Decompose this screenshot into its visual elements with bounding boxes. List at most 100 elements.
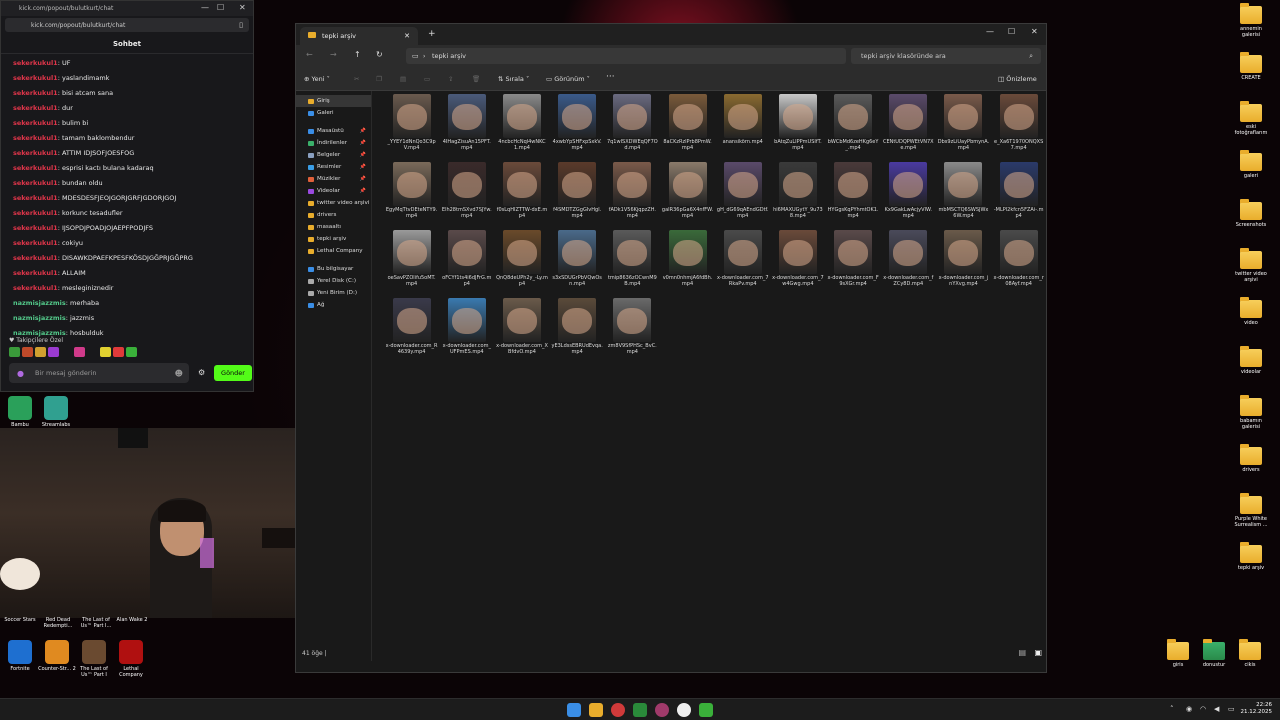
chat-username[interactable]: sekerkukul1 xyxy=(13,104,58,112)
file-item[interactable]: gH_dG69qAEndGDtf.mp4 xyxy=(715,162,770,230)
file-item[interactable]: oeSavPZOlifu5oMT.mp4 xyxy=(384,230,439,298)
desktop-folder-icon[interactable]: twitter video arşivi xyxy=(1231,248,1271,283)
desktop-folder-icon[interactable]: videolar xyxy=(1231,346,1271,375)
explorer-tab[interactable]: tepki arşiv ✕ xyxy=(300,27,418,45)
file-item[interactable]: x-downloader.com_fZCy8D.mp4 xyxy=(881,230,936,298)
more-options-icon[interactable]: ··· xyxy=(606,72,615,82)
nav-item[interactable]: Müzikler 📌 xyxy=(296,173,371,185)
chat-username[interactable]: sekerkukul1 xyxy=(13,284,58,292)
file-item[interactable]: anansikörn.mp4 xyxy=(715,94,770,162)
obs-taskbar-icon[interactable] xyxy=(677,703,691,717)
file-item[interactable]: gaIR36pGa6X4nfFW.mp4 xyxy=(660,162,715,230)
file-item[interactable]: CENtUDQPWEtVN7Xe.mp4 xyxy=(881,94,936,162)
file-item[interactable]: 4ncbcHcNql4wNKC1.mp4 xyxy=(494,94,549,162)
chat-username[interactable]: sekerkukul1 xyxy=(13,269,58,277)
desktop-folder-icon[interactable]: tepki arşiv xyxy=(1231,542,1271,571)
desktop-folder-icon[interactable]: drivers xyxy=(1231,444,1271,473)
wifi-icon[interactable]: ◠ xyxy=(1200,705,1206,713)
chat-username[interactable]: sekerkukul1 xyxy=(13,254,58,262)
file-item[interactable]: tmip8636zOCwnM9B.mp4 xyxy=(605,230,660,298)
file-item[interactable]: x-downloader.com_jnYXvg.mp4 xyxy=(936,230,991,298)
file-item[interactable]: s3xSDUGrPbVQwOsn.mp4 xyxy=(550,230,605,298)
chat-username[interactable]: sekerkukul1 xyxy=(13,74,58,82)
chat-username[interactable]: sekerkukul1 xyxy=(13,89,58,97)
file-item[interactable]: oFCYf1ts4i6dJFrG.mp4 xyxy=(439,230,494,298)
network-icon[interactable]: ◉ xyxy=(1186,705,1192,713)
nav-item[interactable]: masaaltı xyxy=(296,221,371,233)
search-input[interactable]: tepki arşiv klasöründe ara ⌕ xyxy=(851,48,1041,64)
nav-item[interactable]: Galeri xyxy=(296,107,371,119)
game-label-alan-wake[interactable]: Alan Wake 2 xyxy=(112,617,152,623)
file-item[interactable]: yE3LdssEBRUdEvqa.mp4 xyxy=(550,298,605,366)
nav-item[interactable]: Bu bilgisayar xyxy=(296,263,371,275)
close-icon[interactable]: ✕ xyxy=(1031,27,1038,36)
minimize-icon[interactable]: — xyxy=(986,27,994,36)
file-explorer-taskbar-icon[interactable] xyxy=(589,703,603,717)
chat-message-input[interactable]: ● Bir mesaj gönderin ☻ xyxy=(9,363,189,383)
close-icon[interactable]: ✕ xyxy=(239,3,246,12)
desktop-folder-icon[interactable]: CREATE xyxy=(1231,52,1271,81)
cut-icon[interactable]: ✂ xyxy=(354,75,359,83)
close-tab-icon[interactable]: ✕ xyxy=(404,32,410,40)
desktop-icon-donustur[interactable]: donustur xyxy=(1194,639,1234,668)
desktop-folder-icon[interactable]: Purple White Surrealism ... xyxy=(1231,493,1271,528)
chat-username[interactable]: sekerkukul1 xyxy=(13,224,58,232)
breadcrumb[interactable]: tepki arşiv xyxy=(432,52,466,60)
file-item[interactable]: zm8V9SfPHSc_BvC.mp4 xyxy=(605,298,660,366)
nav-item[interactable]: Ağ xyxy=(296,299,371,311)
system-clock[interactable]: 22:26 21.12.2025 xyxy=(1241,702,1273,716)
nav-item[interactable]: Masaüstü 📌 xyxy=(296,125,371,137)
desktop-icon-cikis[interactable]: cikis xyxy=(1230,639,1270,668)
nav-item[interactable]: Videolar 📌 xyxy=(296,185,371,197)
file-item[interactable]: f4SMDTZGgGIvHgl.mp4 xyxy=(550,162,605,230)
nav-item[interactable]: tepki arşiv xyxy=(296,233,371,245)
emote-icon[interactable] xyxy=(126,347,137,357)
file-item[interactable]: e_Xa6T1970ONQXS7.mp4 xyxy=(991,94,1046,162)
desktop-icon-counter-strike[interactable]: Counter-Str... 2 xyxy=(37,640,77,672)
emote-icon[interactable] xyxy=(87,347,98,357)
file-item[interactable]: Kx9GakLwAcjyVIW.mp4 xyxy=(881,162,936,230)
file-item[interactable]: EgyMqTtvDEteNTY9.mp4 xyxy=(384,162,439,230)
sort-button[interactable]: ⇅ Sırala ˅ xyxy=(498,75,529,83)
chat-username[interactable]: sekerkukul1 xyxy=(13,59,58,67)
delete-icon[interactable]: 🗑 xyxy=(472,75,480,83)
back-arrow-icon[interactable]: ← xyxy=(306,50,313,59)
nav-item[interactable]: Yeni Birim (D:) xyxy=(296,287,371,299)
file-item[interactable]: x-downloader.com_7w4Gwg.mp4 xyxy=(770,230,825,298)
emote-icon[interactable] xyxy=(113,347,124,357)
preview-button[interactable]: ◫ Önizleme xyxy=(998,75,1037,83)
nav-item[interactable]: Resimler 📌 xyxy=(296,161,371,173)
address-bar[interactable]: ▭ › tepki arşiv xyxy=(406,48,846,64)
details-view-icon[interactable]: ▤ xyxy=(1018,648,1026,657)
desktop-folder-icon[interactable]: babamın galerisi xyxy=(1231,395,1271,430)
file-item[interactable]: f0sLqHIZTTW-dxE.mp4 xyxy=(494,162,549,230)
emote-icon[interactable] xyxy=(35,347,46,357)
file-item[interactable]: Elh28tmSXvd7SJYw.mp4 xyxy=(439,162,494,230)
minimize-icon[interactable]: — xyxy=(201,3,209,12)
emoji-icon[interactable]: ☻ xyxy=(175,369,183,378)
file-item[interactable]: bAtqZuLIPPmUSIfT.mp4 xyxy=(770,94,825,162)
emote-icon[interactable] xyxy=(61,347,72,357)
bambu-taskbar-icon[interactable] xyxy=(699,703,713,717)
chat-username[interactable]: sekerkukul1 xyxy=(13,239,58,247)
up-arrow-icon[interactable]: ↑ xyxy=(354,50,361,59)
copy-icon[interactable]: ❐ xyxy=(376,75,382,83)
chat-username[interactable]: nazmisjazzmis xyxy=(13,314,66,322)
chat-username[interactable]: sekerkukul1 xyxy=(13,149,58,157)
play-taskbar-icon[interactable] xyxy=(633,703,647,717)
file-item[interactable]: _YYEY1dNnQo3C9pV.mp4 xyxy=(384,94,439,162)
nav-item[interactable]: twitter video arşivi xyxy=(296,197,371,209)
chat-url-bar[interactable]: kick.com/popout/bulutkurt/chat ▯ xyxy=(5,18,249,32)
chat-username[interactable]: nazmisjazzmis xyxy=(13,329,66,337)
file-item[interactable]: x-downloader.com_R4639y.mp4 xyxy=(384,298,439,366)
file-item[interactable]: x-downloader.com_UFPmES.mp4 xyxy=(439,298,494,366)
emote-icon[interactable] xyxy=(48,347,59,357)
nav-item[interactable]: drivers xyxy=(296,209,371,221)
maximize-icon[interactable]: ☐ xyxy=(217,3,224,12)
file-item[interactable]: x-downloader.com_7RkaPv.mp4 xyxy=(715,230,770,298)
desktop-icon-giris[interactable]: giris xyxy=(1158,639,1198,668)
microphone-icon[interactable]: ● xyxy=(17,369,24,378)
tiles-view-icon[interactable]: ▣ xyxy=(1034,648,1042,657)
nav-item[interactable]: Lethal Company xyxy=(296,245,371,257)
nav-item[interactable]: Giriş xyxy=(296,95,371,107)
